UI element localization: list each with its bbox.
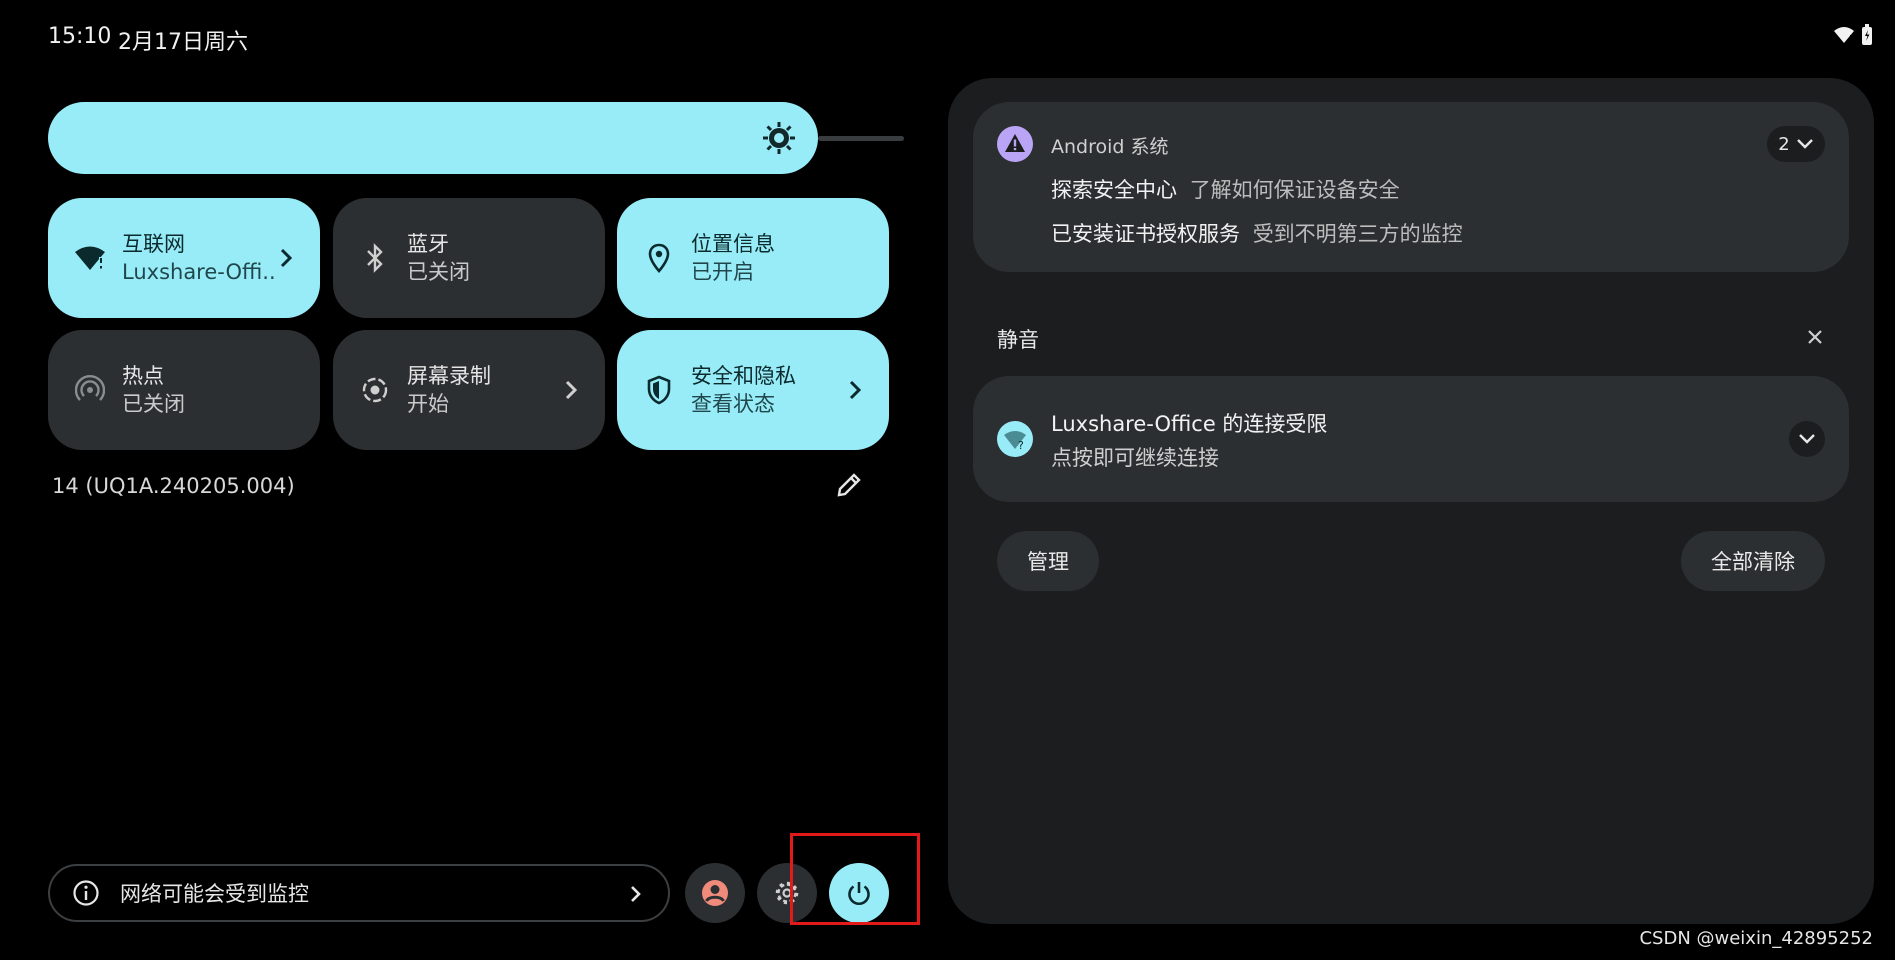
tile-security-privacy[interactable]: 安全和隐私 查看状态: [617, 330, 889, 450]
highlight-box: [790, 833, 920, 925]
warning-icon: [997, 126, 1033, 166]
tile-internet[interactable]: 互联网 Luxshare-Offi..: [48, 198, 320, 318]
tile-status: 已开启: [691, 260, 754, 284]
tile-status: 已关闭: [122, 392, 185, 416]
system-notification[interactable]: Android 系统 2 探索安全中心 了解如何保证设备安全 已安装证书授权服务…: [973, 102, 1849, 272]
svg-text:?: ?: [1018, 439, 1024, 452]
account-icon: [700, 878, 730, 908]
notification-line-title: 探索安全中心: [1051, 178, 1177, 202]
close-icon[interactable]: [1804, 326, 1826, 352]
notification-line[interactable]: 探索安全中心 了解如何保证设备安全: [1051, 174, 1400, 204]
tile-label: 安全和隐私: [691, 363, 796, 388]
silent-section-header: 静音: [997, 328, 1039, 352]
bluetooth-icon: [355, 238, 395, 278]
security-footer[interactable]: 网络可能会受到监控: [48, 864, 670, 922]
notification-line[interactable]: 已安装证书授权服务 受到不明第三方的监控: [1051, 218, 1463, 248]
status-icons: [1833, 24, 1873, 50]
shield-icon: [639, 370, 679, 410]
notification-shade: Android 系统 2 探索安全中心 了解如何保证设备安全 已安装证书授权服务…: [948, 78, 1874, 924]
tile-status: 查看状态: [691, 392, 775, 416]
security-footer-text: 网络可能会受到监控: [120, 882, 309, 906]
notification-count-chip[interactable]: 2: [1767, 126, 1825, 162]
edit-icon[interactable]: [834, 470, 864, 500]
status-date: 2月17日周六: [118, 30, 248, 55]
wifi-notification-title: Luxshare-Office 的连接受限: [1051, 412, 1328, 436]
tile-label: 位置信息: [691, 231, 775, 256]
clear-all-button[interactable]: 全部清除: [1681, 531, 1825, 591]
notification-line-text: 了解如何保证设备安全: [1189, 178, 1400, 202]
expand-button[interactable]: [1789, 421, 1825, 457]
tile-label: 互联网: [122, 231, 185, 256]
tile-label: 热点: [122, 363, 164, 388]
tile-location[interactable]: 位置信息 已开启: [617, 198, 889, 318]
wifi-alert-icon: [70, 238, 110, 278]
notification-line-text: 受到不明第三方的监控: [1252, 222, 1463, 246]
chevron-right-icon: [843, 375, 867, 405]
battery-icon: [1861, 24, 1873, 50]
chevron-down-icon: [1796, 138, 1814, 150]
tile-status: 已关闭: [407, 260, 470, 284]
location-icon: [639, 238, 679, 278]
screen-record-icon: [355, 370, 395, 410]
hotspot-icon: [70, 370, 110, 410]
info-icon: [72, 879, 100, 907]
chevron-right-icon: [274, 243, 298, 273]
tile-bluetooth[interactable]: 蓝牙 已关闭: [333, 198, 605, 318]
chevron-right-icon: [559, 375, 583, 405]
wifi-notification-text: 点按即可继续连接: [1051, 446, 1219, 470]
watermark: CSDN @weixin_42895252: [1639, 928, 1873, 949]
brightness-slider-fill: [48, 102, 818, 174]
wifi-alert-icon: [1833, 26, 1855, 48]
brightness-slider-track: [818, 136, 904, 141]
notification-line-title: 已安装证书授权服务: [1051, 222, 1240, 246]
tile-label: 屏幕录制: [407, 363, 491, 388]
tile-status: Luxshare-Offi..: [122, 260, 276, 284]
tile-label: 蓝牙: [407, 231, 449, 256]
manage-button[interactable]: 管理: [997, 531, 1099, 591]
tile-screen-record[interactable]: 屏幕录制 开始: [333, 330, 605, 450]
tile-status: 开始: [407, 392, 449, 416]
wifi-notification[interactable]: ? Luxshare-Office 的连接受限 点按即可继续连接: [973, 376, 1849, 502]
brightness-slider[interactable]: [48, 102, 904, 174]
wifi-question-icon: ?: [997, 421, 1033, 461]
notification-app-name: Android 系统: [1051, 136, 1169, 158]
chevron-down-icon: [1798, 433, 1816, 445]
user-switch-button[interactable]: [685, 863, 745, 923]
status-time: 15:10: [48, 24, 112, 49]
brightness-icon: [762, 121, 796, 155]
chevron-right-icon: [626, 879, 646, 913]
tile-hotspot[interactable]: 热点 已关闭: [48, 330, 320, 450]
notification-count: 2: [1778, 133, 1790, 155]
build-number[interactable]: 14 (UQ1A.240205.004): [52, 474, 295, 498]
